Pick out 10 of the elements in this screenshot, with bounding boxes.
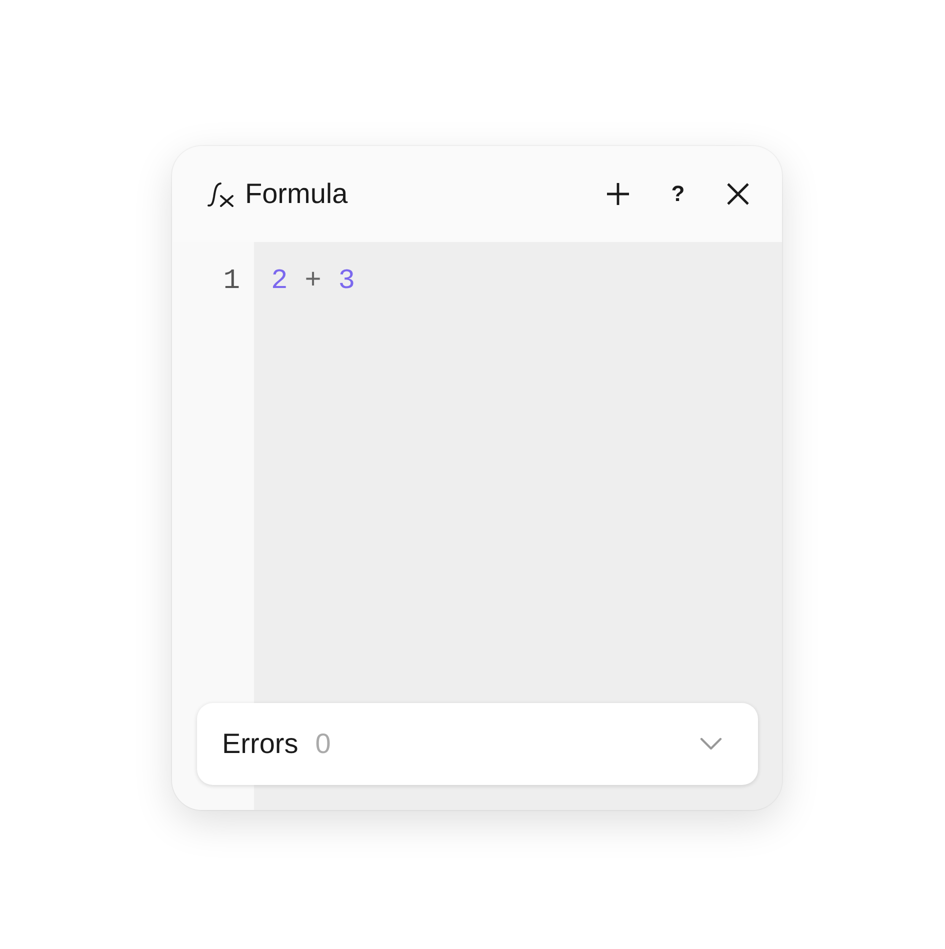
close-icon — [727, 183, 749, 205]
code-line: 2 + 3 — [271, 265, 356, 299]
panel-title: Formula — [245, 180, 348, 208]
help-button[interactable]: ? — [658, 174, 698, 214]
plus-icon — [607, 183, 629, 205]
error-count: 0 — [315, 730, 331, 758]
errors-panel[interactable]: Errors 0 — [197, 703, 758, 785]
function-icon — [207, 182, 234, 206]
chevron-icon[interactable] — [700, 737, 722, 751]
line-number: 1 — [223, 266, 240, 297]
